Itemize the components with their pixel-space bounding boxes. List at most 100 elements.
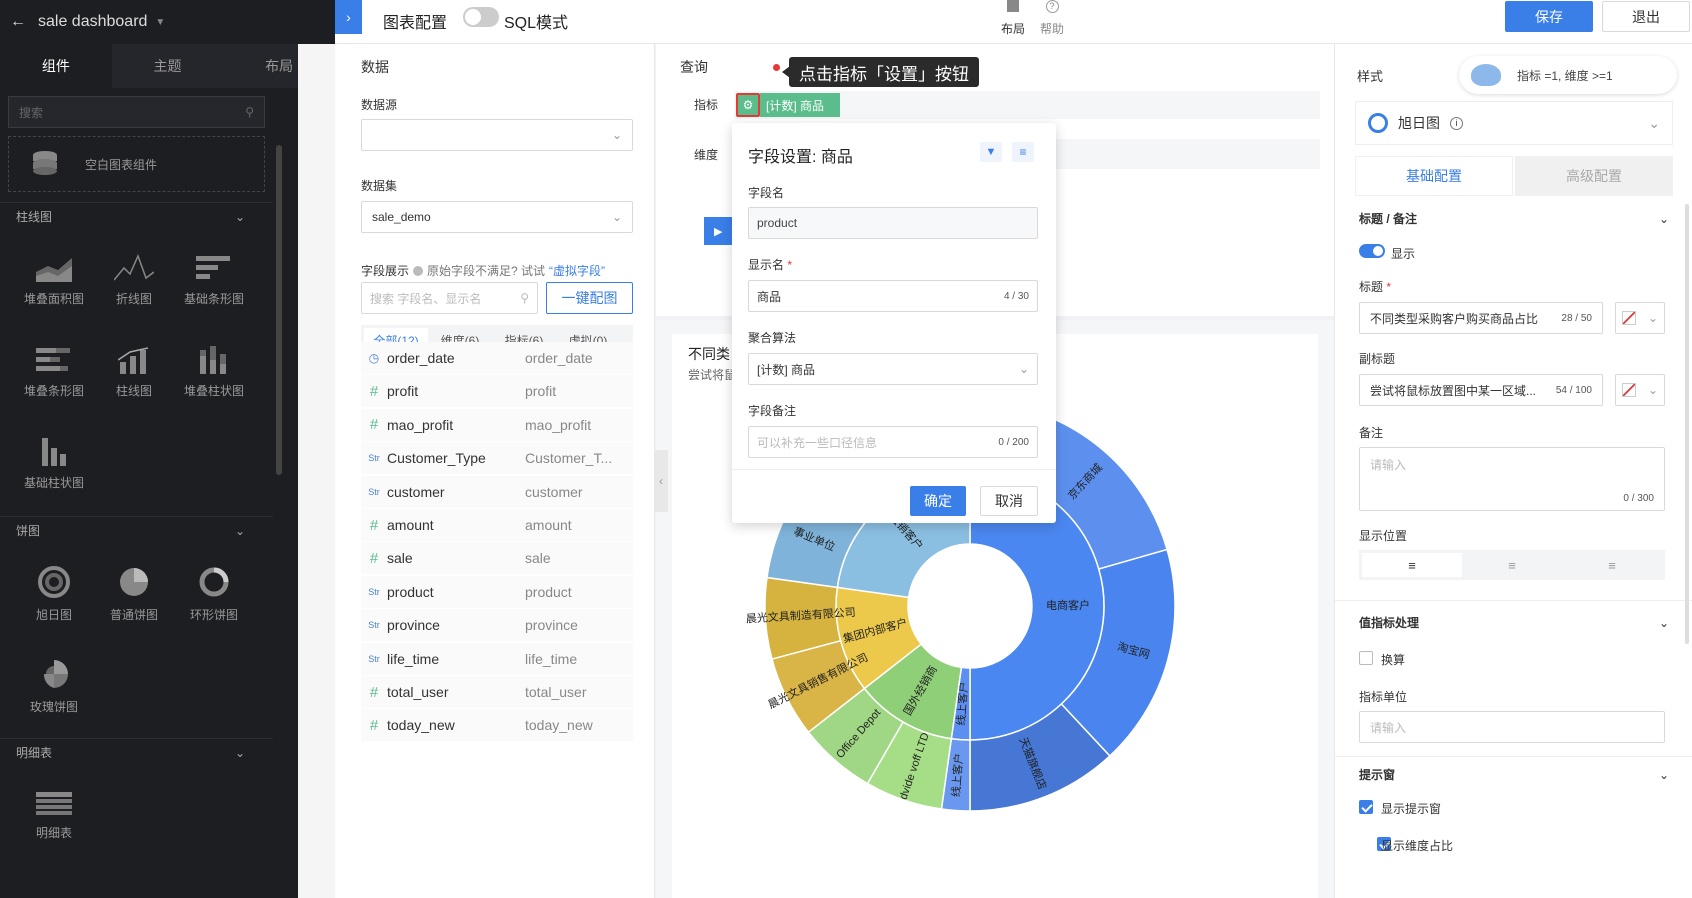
field-row-profit[interactable]: # profit profit: [361, 375, 633, 408]
show-title-switch[interactable]: [1359, 244, 1385, 258]
field-name: mao_profit: [387, 416, 454, 433]
sidebar-search-input[interactable]: 搜索 ⚲: [8, 96, 265, 128]
exit-button[interactable]: 退出: [1602, 1, 1690, 32]
metric-tag[interactable]: [计数] 商品: [760, 93, 840, 117]
unit-label: 指标单位: [1359, 690, 1408, 704]
section-tooltip[interactable]: 提示窗 ⌄: [1359, 766, 1669, 783]
style-panel: 样式 指标 =1, 维度 >=1 旭日图 i ⌄ 基础配置 高级配置 标题 / …: [1334, 44, 1692, 898]
pie-icon: [120, 567, 148, 596]
tab-advanced-config[interactable]: 高级配置: [1515, 156, 1673, 196]
unit-input[interactable]: 请输入: [1359, 711, 1665, 743]
align-center-option[interactable]: ≡: [1462, 558, 1562, 573]
chart-donut[interactable]: 环形饼图: [174, 548, 254, 640]
agg-select[interactable]: [计数] 商品 ⌄: [748, 353, 1038, 385]
help-button[interactable]: ? 帮助: [1037, 0, 1067, 37]
sidebar-scrollbar[interactable]: [276, 145, 282, 475]
field-name-input[interactable]: product: [748, 207, 1038, 239]
section-bar-line[interactable]: 柱线图 ⌄: [0, 202, 273, 230]
remark-placeholder: 请输入: [1370, 458, 1407, 472]
auto-config-button[interactable]: 一键配图: [546, 282, 633, 314]
section-title-remark[interactable]: 标题 / 备注 ⌄: [1359, 210, 1669, 227]
show-tooltip-checkbox[interactable]: [1359, 800, 1373, 814]
layout-button[interactable]: 布局: [998, 0, 1028, 37]
virtual-field-link[interactable]: “虚拟字段”: [549, 262, 605, 279]
blank-chart-component[interactable]: 空白图表组件: [8, 136, 265, 192]
field-row-today-new[interactable]: # today_new today_new: [361, 709, 633, 742]
help-label: 帮助: [1039, 22, 1064, 36]
metric-label: 指标: [694, 98, 719, 112]
chart-sunburst[interactable]: 旭日图: [14, 548, 94, 640]
field-row-sale[interactable]: # sale sale: [361, 542, 633, 575]
filter-icon[interactable]: ▼: [980, 142, 1002, 162]
save-button[interactable]: 保存: [1505, 1, 1593, 32]
chart-basic-bar[interactable]: 基础条形图: [174, 234, 254, 326]
chart-bar-line[interactable]: 柱线图: [94, 326, 174, 418]
title-value: 不同类型采购客户购买商品占比: [1370, 311, 1539, 326]
remark-field-label: 备注: [1359, 426, 1384, 440]
rose-pie-icon: [43, 659, 68, 688]
show-label: 显示: [1391, 247, 1416, 261]
chevron-down-icon[interactable]: ▼: [155, 17, 165, 28]
dashboard-title[interactable]: sale dashboard: [38, 13, 147, 31]
back-arrow-icon[interactable]: ←: [10, 13, 26, 31]
panel-collapse-handle[interactable]: ‹: [654, 450, 668, 512]
chart-line[interactable]: 折线图: [94, 234, 174, 326]
data-panel: 数据 数据源 ⌄ 数据集 sale_demo ⌄ 字段展示 原始字段不满足? 试试…: [335, 44, 655, 898]
chart-rose[interactable]: 玫瑰饼图: [14, 640, 94, 732]
chart-stacked-area[interactable]: 堆叠面积图: [14, 234, 94, 326]
metric-settings-button[interactable]: ⚙: [736, 93, 760, 117]
convert-checkbox[interactable]: [1359, 651, 1373, 665]
field-row-total-user[interactable]: # total_user total_user: [361, 676, 633, 708]
sort-icon[interactable]: ≡: [1012, 142, 1034, 162]
sql-mode-label: SQL模式: [504, 15, 569, 32]
bar-line-icon: [118, 346, 149, 374]
remark-textarea[interactable]: 请输入 0 / 300: [1359, 447, 1665, 511]
field-row-mao-profit[interactable]: # mao_profit mao_profit: [361, 408, 633, 441]
tab-basic-config[interactable]: 基础配置: [1355, 156, 1513, 196]
horizontal-bar-icon: [196, 255, 230, 279]
chart-label: 堆叠面积图: [23, 291, 84, 306]
chart-basic-column[interactable]: 基础柱状图: [14, 418, 94, 510]
display-name-input[interactable]: 商品 4 / 30: [748, 280, 1038, 312]
align-right-option[interactable]: ≡: [1562, 558, 1662, 573]
tab-theme[interactable]: 主题: [112, 44, 224, 88]
chart-pie[interactable]: 普通饼图: [94, 548, 174, 640]
chart-stacked-column[interactable]: 堆叠柱状图: [174, 326, 254, 418]
table-icon: [36, 791, 72, 815]
section-label: 标题 / 备注: [1359, 212, 1418, 226]
section-value-metric[interactable]: 值指标处理 ⌄: [1359, 614, 1669, 631]
chart-detail-table[interactable]: 明细表: [14, 770, 94, 862]
field-row-customer-type[interactable]: Str Customer_Type Customer_T...: [361, 442, 633, 475]
subtitle-input[interactable]: 尝试将鼠标放置图中某一区域... 54 / 100: [1359, 374, 1603, 406]
section-pie[interactable]: 饼图 ⌄: [0, 516, 273, 544]
layout-label: 布局: [1000, 22, 1025, 36]
datasource-select[interactable]: ⌄: [361, 119, 633, 151]
sql-mode-toggle[interactable]: [463, 7, 499, 27]
field-row-life-time[interactable]: Str life_time life_time: [361, 642, 633, 675]
field-row-product[interactable]: Str product product: [361, 575, 633, 608]
dataset-select[interactable]: sale_demo ⌄: [361, 201, 633, 233]
chart-type-select[interactable]: 旭日图 i ⌄: [1355, 101, 1673, 145]
search-icon: ⚲: [520, 291, 529, 305]
cancel-button[interactable]: 取消: [980, 486, 1038, 516]
remark-input[interactable]: 可以补充一些口径信息 0 / 200: [748, 426, 1038, 458]
sunburst-icon: [38, 565, 70, 598]
collapse-panel-button[interactable]: ›: [335, 0, 362, 34]
field-row-province[interactable]: Str province province: [361, 609, 633, 642]
field-row-order-date[interactable]: ◷ order_date order_date: [361, 342, 633, 374]
field-search-input[interactable]: 搜索 字段名、显示名 ⚲: [361, 282, 538, 314]
style-panel-scrollbar[interactable]: [1685, 204, 1689, 644]
align-left-option[interactable]: ≡: [1362, 553, 1462, 577]
field-alias: sale: [525, 550, 551, 567]
field-row-amount[interactable]: # amount amount: [361, 509, 633, 541]
field-alias: order_date: [525, 350, 593, 366]
chart-stacked-hbar[interactable]: 堆叠条形图: [14, 326, 94, 418]
title-color-picker[interactable]: ⌄: [1615, 302, 1665, 334]
subtitle-color-picker[interactable]: ⌄: [1615, 374, 1665, 406]
string-type-icon: Str: [368, 586, 380, 597]
field-row-customer[interactable]: Str customer customer: [361, 475, 633, 508]
section-detail-table[interactable]: 明细表 ⌄: [0, 738, 273, 766]
title-input[interactable]: 不同类型采购客户购买商品占比 28 / 50: [1359, 302, 1603, 334]
tab-components[interactable]: 组件: [0, 44, 112, 88]
confirm-button[interactable]: 确定: [910, 486, 966, 516]
